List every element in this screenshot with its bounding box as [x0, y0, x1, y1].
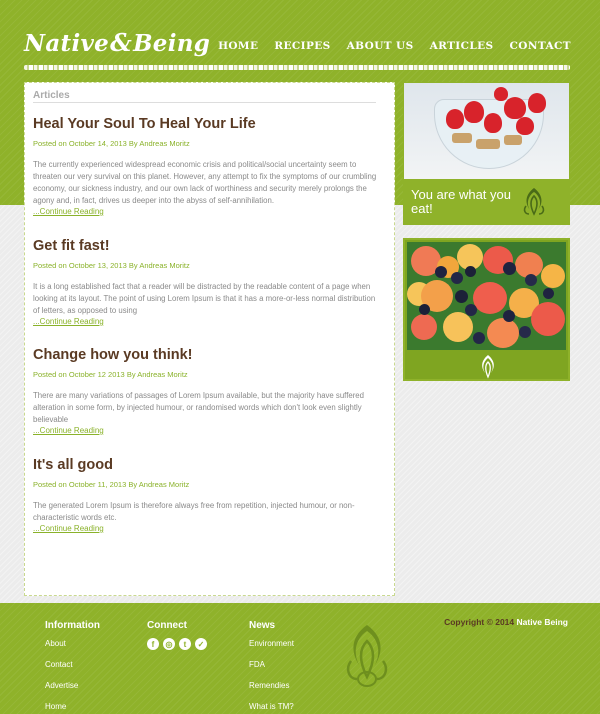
tumblr-icon[interactable]: t: [179, 638, 191, 650]
footer-link-about[interactable]: About: [45, 639, 66, 648]
copyright-prefix: Copyright © 2014: [444, 617, 515, 627]
melon-shape: [541, 264, 565, 288]
copyright-text: Copyright © 2014 Native Being: [444, 617, 568, 627]
strawberry-shape: [504, 97, 526, 119]
logo-word-being: Being: [133, 30, 211, 57]
article-title[interactable]: Heal Your Soul To Heal Your Life: [33, 115, 378, 133]
section-divider: [33, 102, 376, 103]
native-being-emblem-icon: [346, 625, 388, 687]
strawberry-shape: [446, 109, 464, 129]
footer-connect: Connect f ◎ t ✓: [147, 620, 207, 650]
nav-home[interactable]: HOME: [218, 40, 258, 52]
blueberry-shape: [503, 310, 515, 322]
footer-link-remendies[interactable]: Remendies: [249, 681, 289, 690]
footer-connect-title: Connect: [147, 620, 187, 631]
continue-reading-link[interactable]: ...Continue Reading: [33, 426, 378, 435]
article-title[interactable]: It's all good: [33, 456, 378, 474]
article-title[interactable]: Change how you think!: [33, 346, 378, 364]
strawberry-parfait-image: [404, 83, 569, 179]
article-meta: Posted on October 12 2013 By Andreas Mor…: [33, 370, 188, 379]
article-excerpt: The generated Lorem Ipsum is therefore a…: [33, 501, 355, 522]
articles-panel: Articles Heal Your Soul To Heal Your Lif…: [24, 82, 395, 596]
blueberry-shape: [465, 304, 477, 316]
footer-information: Information About Contact Advertise Home: [45, 620, 100, 714]
blueberry-shape: [465, 266, 476, 277]
footer-link-advertise[interactable]: Advertise: [45, 681, 78, 690]
article-item: Change how you think! Posted on October …: [33, 346, 378, 435]
blueberry-shape: [525, 274, 537, 286]
promo-box-fruit[interactable]: [403, 238, 570, 381]
article-item: Get fit fast! Posted on October 13, 2013…: [33, 237, 378, 326]
footer-link-what-is-tm[interactable]: What is TM?: [249, 702, 294, 711]
blueberry-shape: [473, 332, 485, 344]
melon-shape: [443, 312, 473, 342]
strawberry-shape: [494, 87, 508, 101]
twitter-icon[interactable]: ✓: [195, 638, 207, 650]
article-meta: Posted on October 13, 2013 By Andreas Mo…: [33, 261, 190, 270]
main-nav: HOME RECIPES ABOUT US ARTICLES CONTACT: [218, 40, 571, 52]
footer-link-environment[interactable]: Environment: [249, 639, 294, 648]
strawberry-shape: [464, 101, 484, 123]
nav-recipes[interactable]: RECIPES: [274, 40, 330, 52]
footer-link-home[interactable]: Home: [45, 702, 66, 711]
melon-shape: [411, 314, 437, 340]
melon-shape: [487, 318, 519, 348]
granola-shape: [476, 139, 500, 149]
melon-shape: [473, 282, 507, 314]
promo-tagline: You are what you eat!: [411, 187, 511, 216]
logo-word-native: Native: [24, 30, 110, 57]
continue-reading-link[interactable]: ...Continue Reading: [33, 207, 378, 216]
strawberry-shape: [528, 93, 546, 113]
continue-reading-link[interactable]: ...Continue Reading: [33, 317, 378, 326]
article-item: It's all good Posted on October 11, 2013…: [33, 456, 378, 533]
promo-box-you-are-what-you-eat[interactable]: You are what you eat!: [403, 82, 570, 225]
footer-news-title: News: [249, 620, 276, 631]
footer-link-contact[interactable]: Contact: [45, 660, 73, 669]
footer-information-title: Information: [45, 620, 100, 631]
nav-contact[interactable]: CONTACT: [510, 40, 571, 52]
instagram-icon[interactable]: ◎: [163, 638, 175, 650]
section-title: Articles: [33, 90, 70, 101]
melon-shape: [531, 302, 565, 336]
article-excerpt: There are many variations of passages of…: [33, 391, 364, 424]
article-meta: Posted on October 11, 2013 By Andreas Mo…: [33, 480, 190, 489]
logo-ampersand-icon: &: [110, 28, 133, 57]
footer-link-fda[interactable]: FDA: [249, 660, 265, 669]
blueberry-shape: [435, 266, 447, 278]
site-logo[interactable]: Native&Being: [24, 28, 210, 57]
site-footer: Information About Contact Advertise Home…: [0, 603, 600, 714]
article-meta: Posted on October 14, 2013 By Andreas Mo…: [33, 139, 190, 148]
blueberry-shape: [419, 304, 430, 315]
strawberry-shape: [484, 113, 502, 133]
blueberry-shape: [543, 288, 554, 299]
facebook-icon[interactable]: f: [147, 638, 159, 650]
native-being-emblem-icon: [482, 355, 494, 379]
blueberry-shape: [451, 272, 463, 284]
fruit-bowl-image: [407, 242, 566, 350]
nav-articles[interactable]: ARTICLES: [430, 40, 494, 52]
granola-shape: [504, 135, 522, 145]
native-being-emblem-icon: [523, 188, 545, 216]
article-item: Heal Your Soul To Heal Your Life Posted …: [33, 115, 378, 216]
continue-reading-link[interactable]: ...Continue Reading: [33, 524, 378, 533]
article-title[interactable]: Get fit fast!: [33, 237, 378, 255]
blueberry-shape: [455, 290, 468, 303]
social-icons: f ◎ t ✓: [147, 638, 207, 650]
blueberry-shape: [503, 262, 516, 275]
header-divider: [24, 65, 570, 70]
article-excerpt: The currently experienced widespread eco…: [33, 160, 377, 205]
copyright-brand: Native Being: [516, 617, 569, 627]
granola-shape: [452, 133, 472, 143]
strawberry-shape: [516, 117, 534, 135]
nav-about-us[interactable]: ABOUT US: [347, 40, 414, 52]
article-excerpt: It is a long established fact that a rea…: [33, 282, 376, 315]
footer-news: News Environment FDA Remendies What is T…: [249, 620, 294, 714]
blueberry-shape: [519, 326, 531, 338]
